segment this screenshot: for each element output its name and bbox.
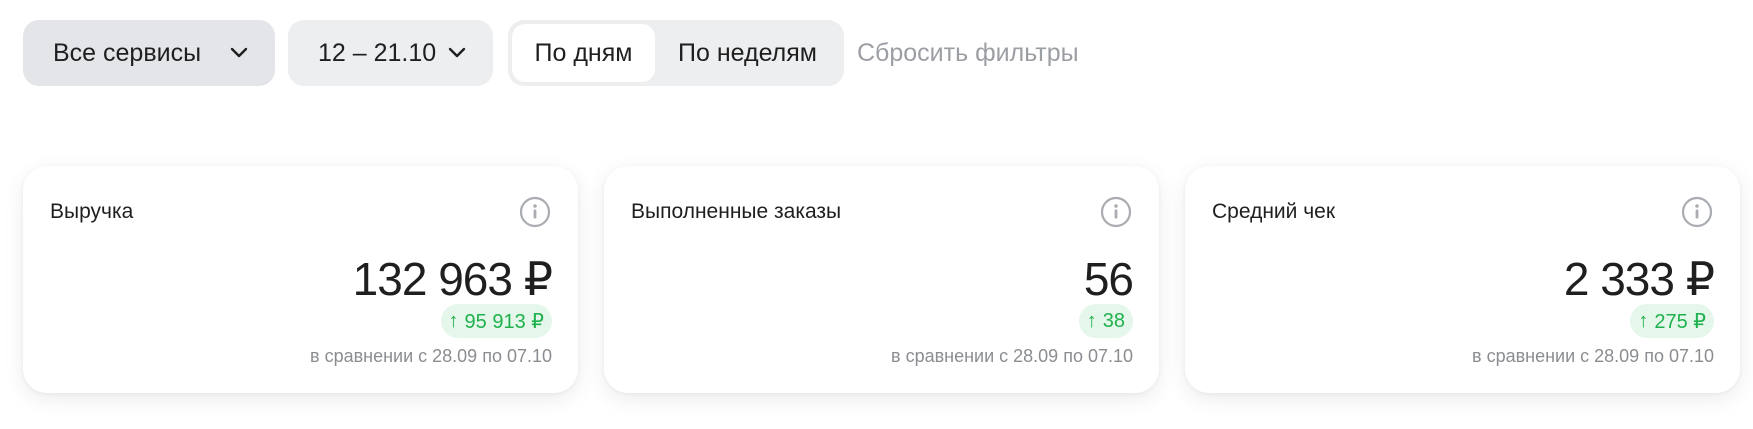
filters-bar: Все сервисы 12 – 21.10 По дням По неделя… <box>23 20 1079 86</box>
chevron-down-icon <box>230 47 248 58</box>
comparison-text: в сравнении с 28.09 по 07.10 <box>1472 346 1714 366</box>
chevron-down-icon <box>448 47 466 58</box>
info-icon[interactable] <box>1681 196 1713 228</box>
reset-filters-link[interactable]: Сбросить фильтры <box>857 39 1079 68</box>
arrow-up-icon: ↑ <box>1638 309 1649 332</box>
metric-card-completed-orders: Выполненные заказы 56 ↑ 38 в сравнении с… <box>604 166 1159 393</box>
date-range-select[interactable]: 12 – 21.10 <box>288 20 493 86</box>
delta-badge: ↑ 275 ₽ <box>1630 304 1714 338</box>
arrow-up-icon: ↑ <box>448 309 459 332</box>
delta-badge: ↑ 38 <box>1078 304 1133 338</box>
delta-value: 95 913 ₽ <box>464 310 544 333</box>
by-weeks-button[interactable]: По неделям <box>655 24 840 82</box>
by-days-button[interactable]: По дням <box>512 24 655 82</box>
comparison-text: в сравнении с 28.09 по 07.10 <box>891 346 1133 366</box>
metric-value: 2 333 ₽ <box>1563 253 1715 305</box>
services-select-label: Все сервисы <box>53 38 202 67</box>
metric-card-revenue: Выручка 132 963 ₽ ↑ 95 913 ₽ в сравнении… <box>23 166 578 393</box>
delta-value: 38 <box>1102 309 1125 332</box>
arrow-up-icon: ↑ <box>1086 309 1097 332</box>
info-icon[interactable] <box>1100 196 1132 228</box>
delta-value: 275 ₽ <box>1654 310 1706 333</box>
card-title: Выполненные заказы <box>631 200 842 223</box>
info-icon[interactable] <box>519 196 551 228</box>
dashboard-page: Все сервисы 12 – 21.10 По дням По неделя… <box>0 0 1753 429</box>
card-title: Средний чек <box>1212 200 1336 223</box>
date-range-label: 12 – 21.10 <box>318 38 437 67</box>
metric-value: 132 963 ₽ <box>352 253 553 305</box>
services-select[interactable]: Все сервисы <box>23 20 275 86</box>
card-title: Выручка <box>50 200 134 223</box>
comparison-text: в сравнении с 28.09 по 07.10 <box>310 346 552 366</box>
metric-card-average-check: Средний чек 2 333 ₽ ↑ 275 ₽ в сравнении … <box>1185 166 1740 393</box>
metric-value: 56 <box>1083 253 1134 305</box>
period-toggle: По дням По неделям <box>508 20 844 86</box>
metrics-cards: Выручка 132 963 ₽ ↑ 95 913 ₽ в сравнении… <box>23 166 1753 393</box>
delta-badge: ↑ 95 913 ₽ <box>440 304 552 338</box>
